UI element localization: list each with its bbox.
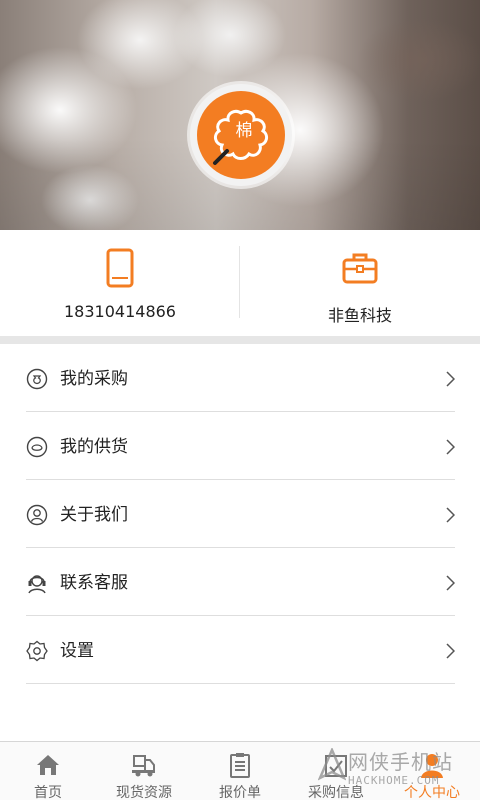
gear-icon — [26, 640, 48, 662]
menu-item-my-purchase[interactable]: 我的采购 — [26, 344, 455, 412]
home-icon — [37, 755, 59, 775]
menu-item-customer-service[interactable]: 联系客服 — [26, 548, 455, 616]
menu-item-label: 我的采购 — [60, 369, 128, 389]
tab-home[interactable]: 首页 — [0, 742, 96, 800]
clipboard-icon — [230, 753, 250, 778]
chevron-right-icon — [446, 507, 455, 523]
briefcase-icon — [342, 253, 378, 284]
tab-label: 现货资源 — [116, 785, 172, 800]
menu-item-label: 我的供货 — [60, 437, 128, 457]
chevron-right-icon — [446, 371, 455, 387]
header-banner: 棉 — [0, 0, 480, 230]
phone-number: 18310414866 — [64, 302, 176, 321]
menu-item-my-supply[interactable]: 我的供货 — [26, 412, 455, 480]
menu-item-label: 设置 — [60, 641, 94, 661]
tab-label: 报价单 — [219, 785, 261, 800]
truck-icon — [132, 755, 155, 777]
money-bag-icon — [26, 368, 48, 390]
chevron-right-icon — [446, 643, 455, 659]
watermark-text: 网侠手机站 — [348, 750, 453, 774]
menu-item-about-us[interactable]: 关于我们 — [26, 480, 455, 548]
chevron-right-icon — [446, 575, 455, 591]
menu-item-label: 联系客服 — [60, 573, 128, 593]
watermark-subtext: HACKHOME.COM — [348, 774, 440, 787]
user-icon — [26, 504, 48, 526]
menu-item-settings[interactable]: 设置 — [26, 616, 455, 684]
tab-spot-resources[interactable]: 现货资源 — [96, 742, 192, 800]
tab-quotation[interactable]: 报价单 — [192, 742, 288, 800]
supply-icon — [26, 436, 48, 458]
headset-icon — [28, 575, 46, 594]
logo-text: 棉 — [235, 121, 253, 141]
section-separator — [0, 336, 480, 344]
menu-item-label: 关于我们 — [60, 505, 128, 525]
profile-menu: 我的采购 我的供货 关于我们 联系客服 设置 — [26, 344, 455, 684]
phone-block: 18310414866 — [0, 230, 240, 336]
chevron-right-icon — [446, 439, 455, 455]
watermark-logo-icon — [318, 748, 346, 781]
app-logo[interactable]: 棉 — [197, 91, 285, 179]
company-name: 非鱼科技 — [327, 306, 392, 325]
profile-info-row: 18310414866 非鱼科技 — [0, 230, 480, 336]
tab-label: 首页 — [34, 785, 62, 800]
company-block: 非鱼科技 — [240, 230, 480, 336]
site-watermark: 网侠手机站 HACKHOME.COM — [318, 742, 478, 798]
mobile-phone-icon — [106, 248, 134, 288]
